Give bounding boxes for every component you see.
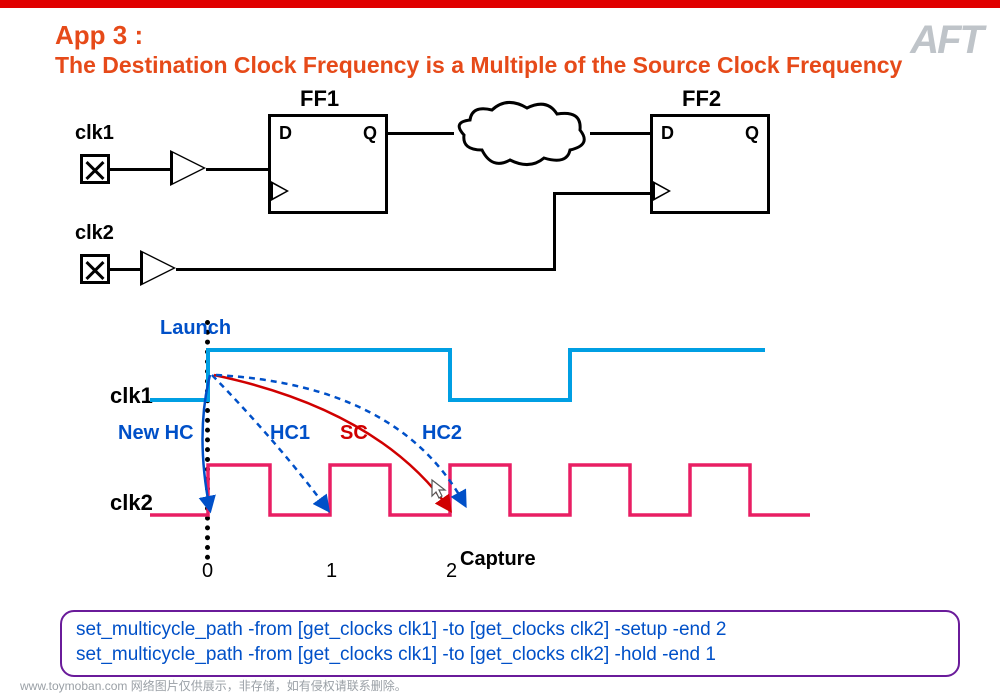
clk1-buffer-icon <box>170 150 206 186</box>
ff1-d-port: D <box>279 123 292 144</box>
wire <box>206 168 268 171</box>
clk2-buffer-icon <box>140 250 176 286</box>
sdc-line-1: set_multicycle_path -from [get_clocks cl… <box>76 618 944 643</box>
ff1-name: FF1 <box>300 86 339 112</box>
ff2-name: FF2 <box>682 86 721 112</box>
timing-diagram: Launch clk1 New HC HC1 SC HC2 clk2 0 1 2… <box>80 320 880 590</box>
wire <box>388 132 454 135</box>
clk1-source-icon <box>80 154 110 184</box>
ff1-q-port: Q <box>363 123 377 144</box>
combinational-cloud-icon <box>452 100 592 170</box>
sdc-line-2: set_multicycle_path -from [get_clocks cl… <box>76 643 944 668</box>
tick-0: 0 <box>202 560 213 583</box>
clk2-source-icon <box>80 254 110 284</box>
ff-clock-icon <box>271 181 289 201</box>
tick-1: 1 <box>326 560 337 583</box>
timing-arrows <box>150 345 580 520</box>
wire <box>590 132 650 135</box>
timing-clk1-label: clk1 <box>110 383 153 409</box>
slide-title: The Destination Clock Frequency is a Mul… <box>55 51 940 80</box>
wire <box>176 268 556 271</box>
slide-header: App 3 : The Destination Clock Frequency … <box>55 20 940 80</box>
ff-clock-icon <box>653 181 671 201</box>
timing-clk2-label: clk2 <box>110 490 153 516</box>
wire <box>553 192 650 195</box>
ff2-d-port: D <box>661 123 674 144</box>
mouse-cursor-icon <box>430 478 448 500</box>
wire <box>553 192 556 271</box>
sdc-command-box: set_multicycle_path -from [get_clocks cl… <box>60 610 960 677</box>
ff2-box: D Q <box>650 114 770 214</box>
tick-2: 2 <box>446 560 457 583</box>
footer-watermark: www.toymoban.com 网络图片仅供展示，非存储，如有侵权请联系删除。 <box>20 677 407 694</box>
ff1-box: D Q <box>268 114 388 214</box>
wire <box>110 268 140 271</box>
app-number: App 3 : <box>55 20 940 51</box>
top-accent-bar <box>0 0 1000 8</box>
ff2-q-port: Q <box>745 123 759 144</box>
circuit-diagram: clk1 FF1 D Q FF2 D Q clk2 <box>80 92 840 312</box>
launch-label: Launch <box>160 317 231 340</box>
capture-label: Capture <box>460 548 536 571</box>
clk1-label: clk1 <box>75 122 114 145</box>
wire <box>110 168 170 171</box>
clk2-label: clk2 <box>75 222 114 245</box>
